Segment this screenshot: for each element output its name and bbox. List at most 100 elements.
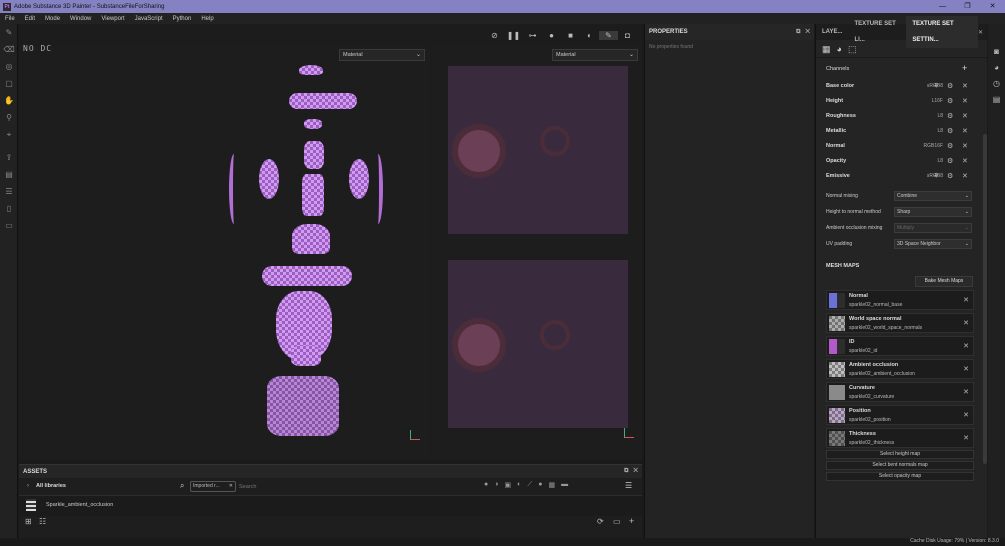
remove-map-icon[interactable]: ✕ <box>963 434 969 442</box>
view-mode-icon[interactable]: ⊶ <box>523 31 542 40</box>
viewport-2d[interactable]: Material ⌄ <box>432 46 642 460</box>
select-height-map-button[interactable]: Select height map <box>826 450 974 459</box>
viewport-3d[interactable]: NO DC Material ⌄ <box>19 44 430 460</box>
panel-controls[interactable]: ⧉ ✕ <box>796 24 810 40</box>
gear-icon[interactable]: ⚙ <box>947 127 953 135</box>
menu-file[interactable]: File <box>0 16 20 22</box>
remove-channel-icon[interactable]: ✕ <box>962 97 968 105</box>
shelf-icon[interactable]: ☰ <box>0 183 18 200</box>
color-picker-icon[interactable]: ⌖ <box>0 126 18 143</box>
mesh-map-id[interactable]: ID sparkle02_id ✕ <box>826 336 974 356</box>
gear-icon[interactable]: ⚙ <box>947 112 953 120</box>
environment-icon[interactable]: ◐ <box>580 31 599 40</box>
menu-viewport[interactable]: Viewport <box>96 16 129 22</box>
menu-help[interactable]: Help <box>196 16 218 22</box>
search-input[interactable] <box>239 482 359 492</box>
menu-edit[interactable]: Edit <box>20 16 40 22</box>
camera-icon[interactable]: ■ <box>561 31 580 40</box>
history-icon[interactable]: ◷ <box>988 76 1005 92</box>
menu-python[interactable]: Python <box>168 16 197 22</box>
eraser-icon[interactable]: ⌫ <box>0 41 18 58</box>
mesh-map-position[interactable]: Position sparkle02_position ✕ <box>826 405 974 425</box>
tab-layers[interactable]: LAYE... <box>816 24 848 40</box>
brush-filter-icon[interactable]: ⟋ <box>527 481 532 489</box>
remove-channel-icon[interactable]: ✕ <box>962 172 968 180</box>
remove-channel-icon[interactable]: ✕ <box>962 157 968 165</box>
filter-tag[interactable]: Imported r... ✕ <box>190 481 236 492</box>
particle-filter-icon[interactable]: ● <box>538 481 542 489</box>
list-view-icon[interactable]: ☰ <box>625 481 632 490</box>
close-icon[interactable]: ✕ <box>978 29 987 36</box>
asset-list-item[interactable]: Sparkle_ambient_occlusion <box>19 496 642 516</box>
gear-icon[interactable]: ⚙ <box>947 157 953 165</box>
projection-icon[interactable]: ◎ <box>0 58 18 75</box>
screenshot-icon[interactable]: ◘ <box>618 31 637 40</box>
material-sphere-icon[interactable]: ◕ <box>837 44 842 54</box>
minimize-icon[interactable]: — <box>930 0 955 13</box>
height-to-normal-select[interactable]: Sharp ⌄ <box>894 207 972 217</box>
paint-brush-icon[interactable]: ✎ <box>0 24 18 41</box>
list-settings-icon[interactable]: ☷ <box>39 517 46 526</box>
layers-icon[interactable]: ▤ <box>0 166 18 183</box>
mesh-map-curvature[interactable]: Curvature sparkle02_curvature ✕ <box>826 382 974 402</box>
normal-mixing-select[interactable]: Combine ⌄ <box>894 191 972 201</box>
gear-icon[interactable]: ⚙ <box>947 97 953 105</box>
color-profile-icon[interactable]: ⚘ <box>933 172 939 180</box>
select-bent-normals-map-button[interactable]: Select bent normals map <box>826 461 974 470</box>
menu-window[interactable]: Window <box>65 16 96 22</box>
grid-filter-icon[interactable]: ▦ <box>548 481 555 489</box>
mesh-map-thickness[interactable]: Thickness sparkle02_thickness ✕ <box>826 428 974 448</box>
log-icon[interactable]: ▤ <box>988 92 1005 108</box>
texture-filter-icon[interactable]: ▣ <box>504 481 511 489</box>
mesh-map-ambient-occlusion[interactable]: Ambient occlusion sparkle02_ambient_occl… <box>826 359 974 379</box>
tab-texture-set-settings[interactable]: TEXTURE SET SETTIN... <box>906 16 978 48</box>
tab-texture-set-list[interactable]: TEXTURE SET LI... <box>848 16 906 48</box>
remove-channel-icon[interactable]: ✕ <box>962 127 968 135</box>
menu-mode[interactable]: Mode <box>40 16 65 22</box>
texture-grid-icon[interactable]: ▦ <box>822 44 831 54</box>
bake-mesh-maps-button[interactable]: Bake Mesh Maps <box>915 276 973 287</box>
uv-layout-icon[interactable]: ⬚ <box>848 44 857 54</box>
channel-format[interactable]: L8 <box>937 128 943 134</box>
smart-material-filter-icon[interactable]: ◑ <box>494 481 498 489</box>
channel-format[interactable]: RGB16F <box>924 143 943 149</box>
paint-mode-icon[interactable]: ✎ <box>599 30 618 40</box>
texture-set-icon[interactable]: ◙ <box>988 44 1005 60</box>
panel-controls[interactable]: ⧉ ✕ <box>624 465 638 478</box>
remove-map-icon[interactable]: ✕ <box>963 319 969 327</box>
document-icon[interactable]: ▯ <box>0 200 18 217</box>
remove-map-icon[interactable]: ✕ <box>963 342 969 350</box>
channel-format[interactable]: L8 <box>937 158 943 164</box>
sphere-icon[interactable]: ● <box>542 31 561 40</box>
scrollbar[interactable] <box>983 134 987 464</box>
close-window-icon[interactable]: ✕ <box>980 0 1005 13</box>
mesh-map-world-space-normal[interactable]: World space normal sparkle02_world_space… <box>826 313 974 333</box>
display-settings-icon[interactable]: ◕ <box>988 60 1005 76</box>
gear-icon[interactable]: ⚙ <box>947 142 953 150</box>
gear-icon[interactable]: ⚙ <box>947 172 953 180</box>
viewport-2d-mode-dropdown[interactable]: Material ⌄ <box>552 49 638 61</box>
environment-filter-icon[interactable]: ▬ <box>561 481 568 489</box>
remove-map-icon[interactable]: ✕ <box>963 411 969 419</box>
material-filter-icon[interactable]: ● <box>484 481 488 489</box>
viewport-3d-mode-dropdown[interactable]: Material ⌄ <box>339 49 425 61</box>
remove-map-icon[interactable]: ✕ <box>963 365 969 373</box>
remove-channel-icon[interactable]: ✕ <box>962 142 968 150</box>
remove-map-icon[interactable]: ✕ <box>963 296 969 304</box>
add-library-icon[interactable]: ⊞ <box>25 517 32 526</box>
channel-format[interactable]: L8 <box>937 113 943 119</box>
select-opacity-map-button[interactable]: Select opacity map <box>826 472 974 481</box>
export-icon[interactable]: ⇪ <box>0 149 18 166</box>
add-channel-icon[interactable]: + <box>962 63 967 73</box>
folder-icon[interactable]: ▭ <box>613 517 621 526</box>
remove-channel-icon[interactable]: ✕ <box>962 82 968 90</box>
mask-filter-icon[interactable]: ◐ <box>517 481 521 489</box>
clone-stamp-icon[interactable]: ⚲ <box>0 109 18 126</box>
color-profile-icon[interactable]: ⚘ <box>933 82 939 90</box>
channel-format[interactable]: L16F <box>932 98 943 104</box>
add-icon[interactable]: + <box>629 516 634 526</box>
no-camera-icon[interactable]: ⊘ <box>485 31 504 40</box>
display-settings-icon[interactable]: ▭ <box>0 217 18 234</box>
polygon-fill-icon[interactable]: ▢ <box>0 75 18 92</box>
refresh-icon[interactable]: ⟳ <box>597 517 604 526</box>
